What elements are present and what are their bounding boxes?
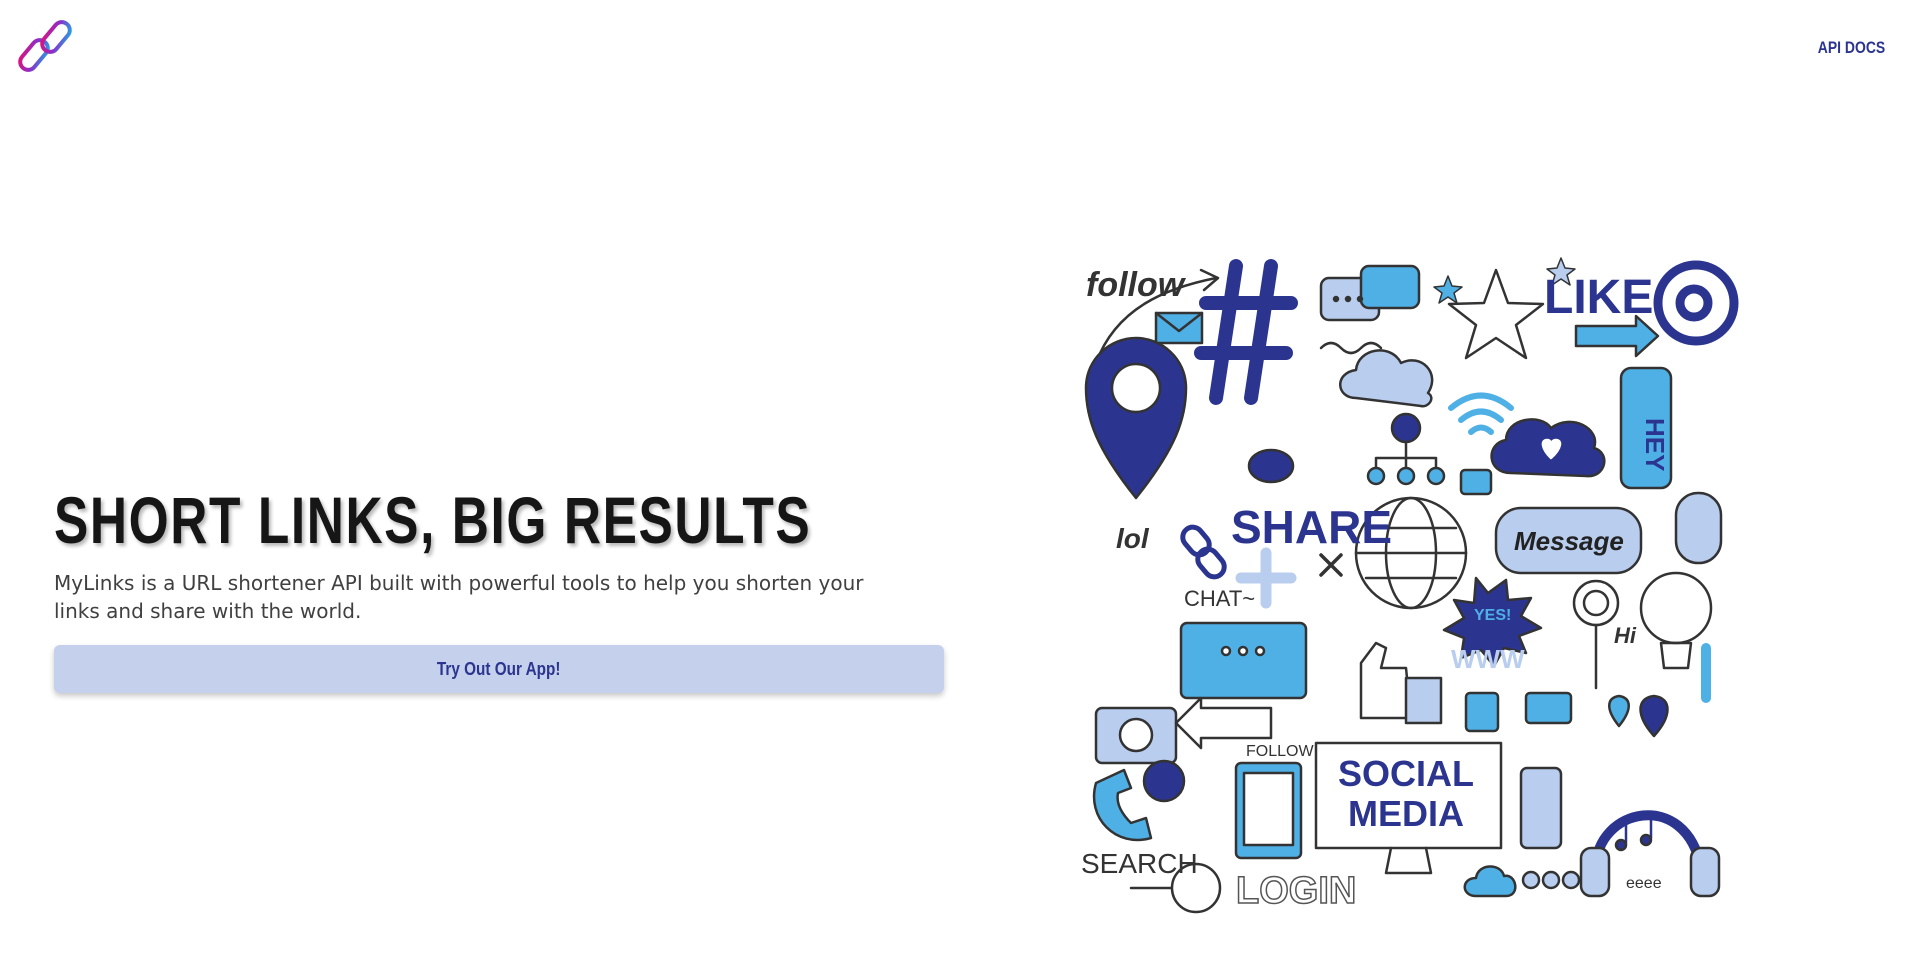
illustration-text-hi: Hi bbox=[1614, 623, 1637, 648]
social-media-illustration: follow LIKE SHARE lol Message CHAT~ YES!… bbox=[1076, 248, 1742, 916]
link-chain-icon bbox=[18, 20, 72, 72]
illustration-text-eeee: eeee bbox=[1626, 875, 1662, 892]
illustration-text-follow-caps: FOLLOW bbox=[1246, 743, 1314, 760]
hero-description: MyLinks is a URL shortener API built wit… bbox=[54, 571, 864, 623]
illustration-text-search: SEARCH bbox=[1081, 848, 1198, 879]
illustration-text-media: MEDIA bbox=[1348, 793, 1464, 834]
social-media-doodle-image: follow LIKE SHARE lol Message CHAT~ YES!… bbox=[1081, 257, 1739, 914]
illustration-text-yes: YES! bbox=[1474, 607, 1511, 624]
illustration-text-message: Message bbox=[1514, 526, 1624, 556]
illustration-text-login: LOGIN bbox=[1236, 870, 1356, 912]
logo[interactable] bbox=[18, 16, 80, 76]
illustration-text-social: SOCIAL bbox=[1338, 753, 1474, 794]
illustration-text-share: SHARE bbox=[1231, 501, 1392, 553]
illustration-text-follow: follow bbox=[1086, 266, 1187, 304]
illustration-text-hey: HEY bbox=[1640, 418, 1670, 471]
api-docs-link[interactable]: API DOCS bbox=[1818, 38, 1885, 58]
illustration-text-like: LIKE bbox=[1544, 271, 1653, 324]
illustration-text-lol: lol bbox=[1116, 523, 1150, 554]
try-app-button[interactable]: Try Out Our App! bbox=[54, 645, 944, 693]
illustration-text-www: WWW bbox=[1451, 644, 1525, 674]
try-app-button-label: Try Out Our App! bbox=[437, 658, 561, 679]
illustration-text-chat: CHAT~ bbox=[1184, 586, 1255, 611]
hero-title: SHORT LINKS, BIG RESULTS bbox=[54, 483, 812, 557]
